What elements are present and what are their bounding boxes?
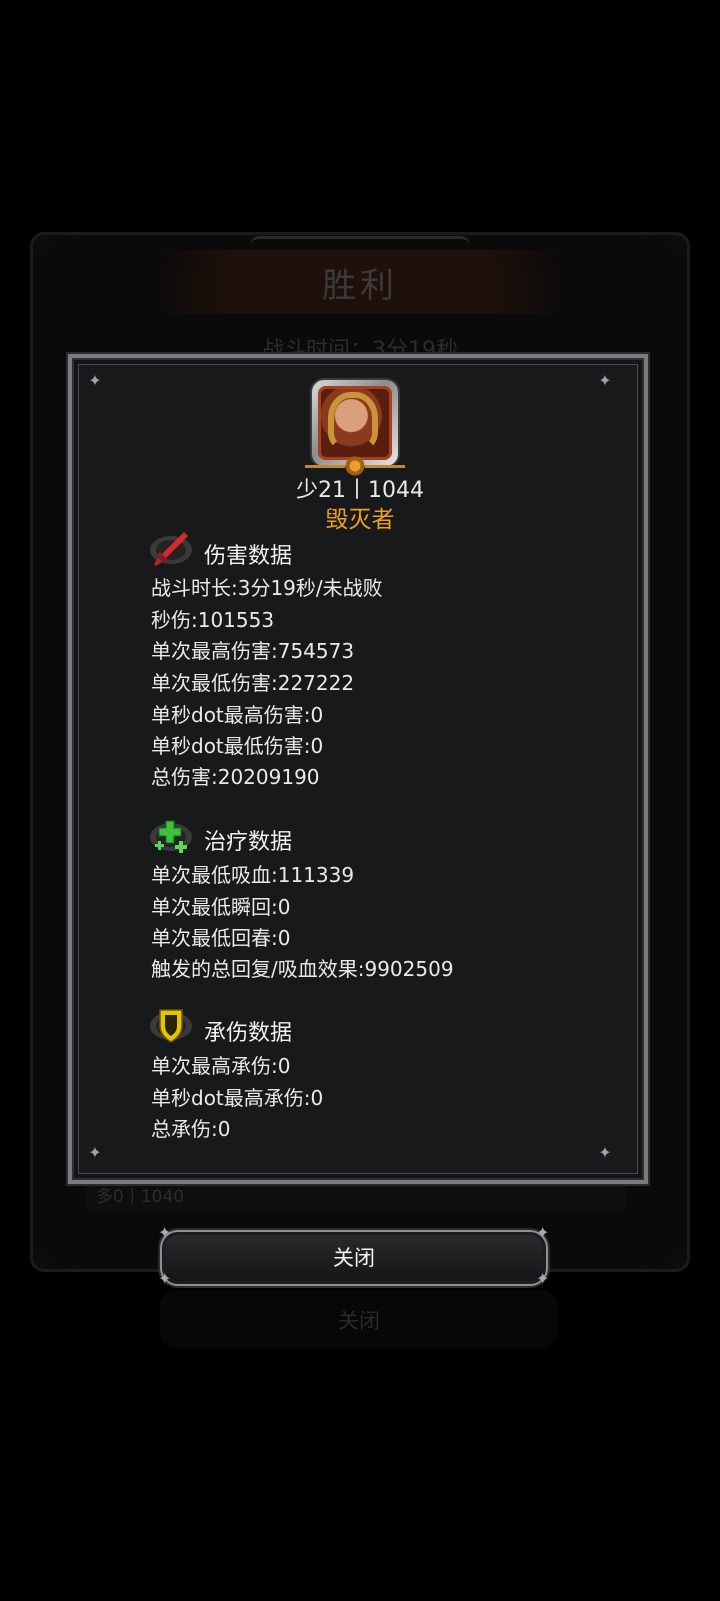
- hero-avatar-portrait: [328, 392, 378, 450]
- damage-stat-line: 单秒dot最低伤害:0: [151, 734, 324, 758]
- damage-section-title: 伤害数据: [204, 544, 293, 569]
- healing-stat-line: 单次最低吸血:111339: [151, 863, 355, 887]
- damage-stat-line: 单秒dot最高伤害:0: [151, 703, 324, 727]
- damage-stat-line: 总伤害:20209190: [151, 765, 320, 789]
- button-corner-ornament-icon: ✦: [158, 1223, 172, 1242]
- button-corner-ornament-icon: ✦: [536, 1223, 550, 1242]
- button-corner-ornament-icon: ✦: [158, 1269, 172, 1288]
- corner-star-icon: ✦: [88, 371, 102, 390]
- victory-title: 胜利: [322, 266, 398, 306]
- corner-star-icon: ✦: [88, 1143, 102, 1162]
- damage-stat-line: 秒伤:101553: [151, 608, 275, 632]
- healing-stat-line: 单次最低回春:0: [151, 926, 291, 950]
- green-cross-icon: [150, 820, 192, 853]
- corner-star-icon: ✦: [598, 1143, 612, 1162]
- close-button-label: 关闭: [333, 1246, 375, 1270]
- healing-section-title: 治疗数据: [204, 830, 293, 855]
- healing-stat-line: 触发的总回复/吸血效果:9902509: [151, 957, 454, 981]
- healing-stat-line: 单次最低瞬回:0: [151, 895, 291, 919]
- background-player-row-text: 多0丨1040: [96, 1187, 185, 1207]
- button-corner-ornament-icon: ✦: [536, 1269, 550, 1288]
- corner-star-icon: ✦: [598, 371, 612, 390]
- yellow-shield-icon: [150, 1009, 192, 1043]
- avatar-badge-wing-right: [365, 465, 405, 468]
- tanking-stat-line: 单次最高承伤:0: [151, 1054, 291, 1078]
- avatar-badge-wing-left: [305, 465, 345, 468]
- tanking-stat-line: 总承伤:0: [151, 1117, 231, 1141]
- tanking-stat-line: 单秒dot最高承伤:0: [151, 1086, 324, 1110]
- red-sword-icon: [150, 532, 192, 566]
- background-close-label: 关闭: [338, 1309, 380, 1333]
- damage-stat-line: 战斗时长:3分19秒/未战败: [151, 576, 383, 600]
- close-button[interactable]: 关闭: [160, 1230, 548, 1286]
- tanking-section-title: 承伤数据: [204, 1021, 293, 1046]
- player-title: 毁灭者: [325, 507, 395, 533]
- damage-stat-line: 单次最低伤害:227222: [151, 671, 355, 695]
- damage-stat-line: 单次最高伤害:754573: [151, 639, 355, 663]
